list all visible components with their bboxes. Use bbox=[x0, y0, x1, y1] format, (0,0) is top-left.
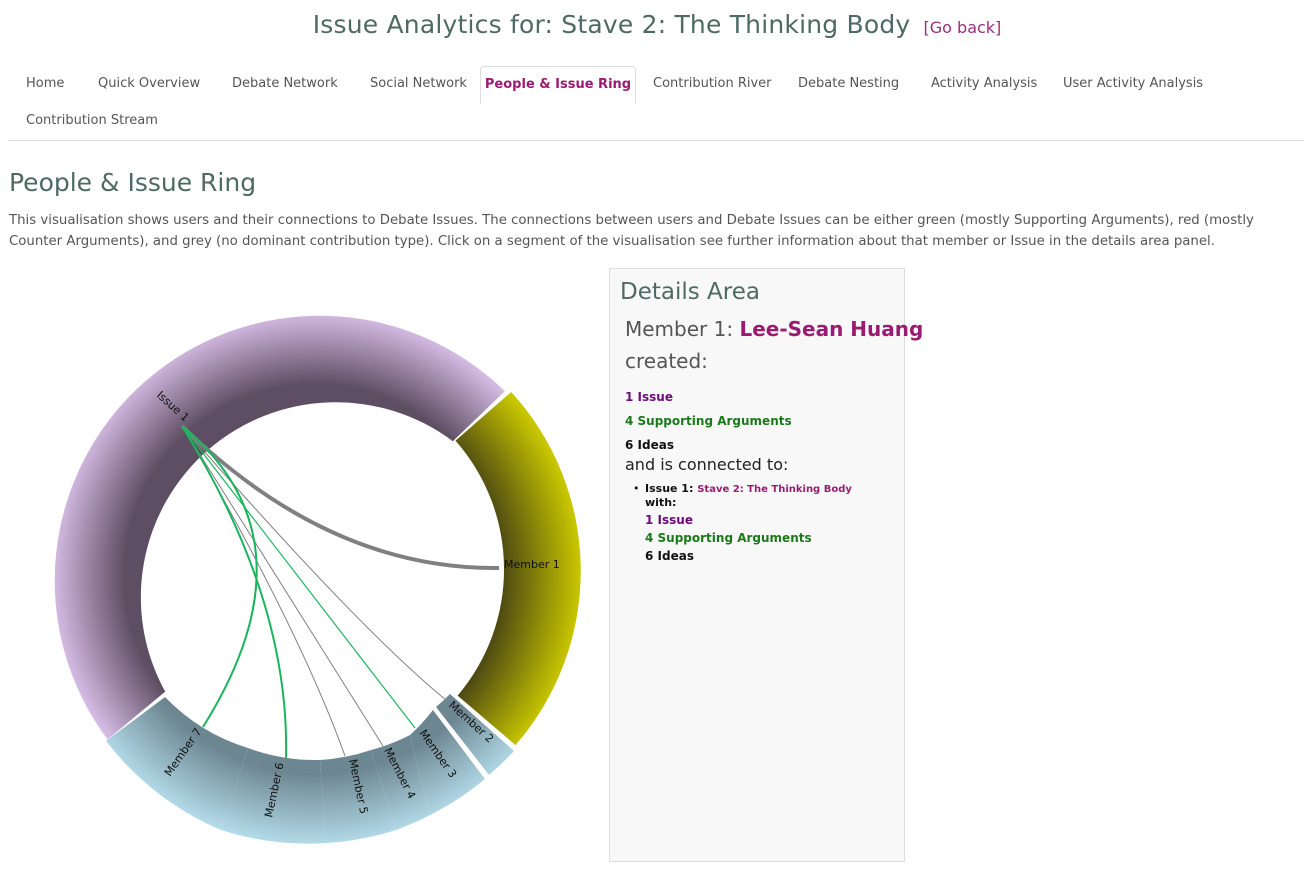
connection-issue-link[interactable]: Stave 2: The Thinking Body bbox=[697, 484, 852, 495]
connection-ideas: 6 Ideas bbox=[645, 549, 694, 563]
connection-list: • Issue 1: Stave 2: The Thinking Body wi… bbox=[633, 482, 852, 563]
tab-activity-analysis[interactable]: Activity Analysis bbox=[931, 66, 1037, 102]
connection-issues: 1 Issue bbox=[645, 513, 693, 527]
tab-bar: Home Quick Overview Debate Network Socia… bbox=[8, 66, 1304, 141]
created-supporting-arguments: 4 Supporting Arguments bbox=[625, 414, 792, 428]
created-ideas: 6 Ideas bbox=[625, 438, 674, 452]
link-member-7 bbox=[181, 425, 258, 728]
tab-user-activity-analysis[interactable]: User Activity Analysis bbox=[1063, 66, 1203, 102]
people-issue-ring: Issue 1 Member 1 Member 2 Member 3 Membe… bbox=[54, 315, 581, 844]
connection-issue-label: Issue 1: bbox=[645, 482, 694, 495]
connection-supporting-arguments: 4 Supporting Arguments bbox=[645, 531, 812, 545]
list-bullet: • bbox=[633, 482, 640, 495]
details-title: Details Area bbox=[620, 279, 760, 305]
page-title: People & Issue Ring bbox=[9, 168, 257, 197]
tab-contribution-river[interactable]: Contribution River bbox=[653, 66, 772, 102]
go-back-link[interactable]: [Go back] bbox=[924, 18, 1002, 37]
created-issues: 1 Issue bbox=[625, 390, 673, 404]
link-member-4 bbox=[181, 425, 384, 747]
page-header: Issue Analytics for: Stave 2: The Thinki… bbox=[0, 0, 1314, 56]
analytics-title: Issue Analytics for: Stave 2: The Thinki… bbox=[312, 10, 911, 39]
page-description: This visualisation shows users and their… bbox=[9, 213, 1254, 249]
link-member-1 bbox=[180, 424, 500, 571]
tab-people-issue-ring[interactable]: People & Issue Ring bbox=[480, 66, 636, 104]
tab-quick-overview[interactable]: Quick Overview bbox=[98, 66, 200, 102]
link-member-3 bbox=[181, 425, 416, 729]
connection-item: Issue 1: Stave 2: The Thinking Body bbox=[645, 482, 852, 495]
member-prefix: Member 1: bbox=[625, 317, 734, 341]
tab-debate-nesting[interactable]: Debate Nesting bbox=[798, 66, 899, 102]
details-area: Details Area Member 1: Lee-Sean Huang cr… bbox=[609, 268, 923, 862]
member-heading: Member 1: Lee-Sean Huang bbox=[625, 317, 923, 341]
member-name[interactable]: Lee-Sean Huang bbox=[739, 317, 923, 341]
tab-debate-network[interactable]: Debate Network bbox=[232, 66, 338, 102]
created-label: created: bbox=[625, 349, 708, 373]
connection-with-label: with: bbox=[645, 496, 677, 509]
tab-contribution-stream[interactable]: Contribution Stream bbox=[26, 103, 158, 139]
link-member-6 bbox=[181, 425, 288, 759]
link-member-5 bbox=[181, 425, 346, 757]
tab-social-network[interactable]: Social Network bbox=[370, 66, 467, 102]
label-member-1: Member 1 bbox=[504, 558, 560, 571]
tab-home[interactable]: Home bbox=[26, 66, 64, 102]
connected-label: and is connected to: bbox=[625, 455, 789, 474]
